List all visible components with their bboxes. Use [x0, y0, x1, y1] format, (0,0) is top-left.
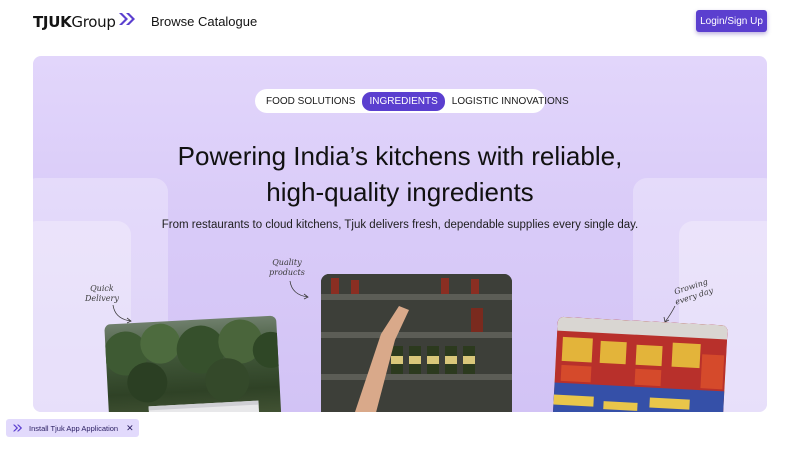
forest-delivery-photo	[104, 315, 282, 412]
note-line: Quick	[90, 284, 114, 293]
shelf-illustration	[321, 274, 512, 412]
headline-line-1: Powering India’s kitchens with reliable,	[177, 141, 623, 171]
headline-line-2: high-quality ingredients	[266, 177, 534, 207]
tab-logistic-innovations[interactable]: LOGISTIC INNOVATIONS	[445, 92, 576, 111]
quick-delivery-note: Quick Delivery	[85, 284, 119, 304]
tjuk-logo[interactable]: TJUK Group	[33, 12, 136, 31]
category-tabs: FOOD SOLUTIONS INGREDIENTS LOGISTIC INNO…	[255, 89, 569, 113]
hero-subline: From restaurants to cloud kitchens, Tjuk…	[161, 219, 639, 231]
close-icon[interactable]: ✕	[126, 423, 134, 434]
top-header: TJUK Group Browse Catalogue Login/Sign U…	[0, 0, 800, 44]
logo-text-light: Group	[71, 12, 116, 31]
warehouse-stock-photo	[552, 316, 728, 412]
page: TJUK Group Browse Catalogue Login/Sign U…	[0, 0, 800, 451]
forest-illustration	[104, 319, 282, 412]
warehouse-illustration	[552, 316, 728, 412]
chevrons-right-icon	[12, 419, 23, 437]
install-app-bar[interactable]: Install Tjuk App Application ✕	[6, 419, 139, 437]
browse-catalogue-link[interactable]: Browse Catalogue	[151, 14, 257, 29]
note-line: Quality	[272, 258, 302, 267]
tab-ingredients[interactable]: INGREDIENTS	[362, 91, 445, 111]
install-app-label[interactable]: Install Tjuk App Application	[29, 424, 118, 433]
logo-text-bold: TJUK	[33, 12, 72, 31]
arrow-icon	[289, 280, 309, 300]
hero-section: FOOD SOLUTIONS INGREDIENTS LOGISTIC INNO…	[33, 56, 767, 412]
note-line: products	[269, 268, 305, 277]
tab-food-solutions[interactable]: FOOD SOLUTIONS	[259, 92, 362, 111]
quality-products-note: Quality products	[269, 258, 305, 278]
chevrons-right-icon	[118, 12, 136, 31]
login-signup-button[interactable]: Login/Sign Up	[696, 10, 767, 32]
arrow-icon	[112, 304, 132, 324]
store-shelf-photo	[321, 274, 512, 412]
hero-headline: Powering India’s kitchens with reliable,…	[33, 138, 767, 210]
